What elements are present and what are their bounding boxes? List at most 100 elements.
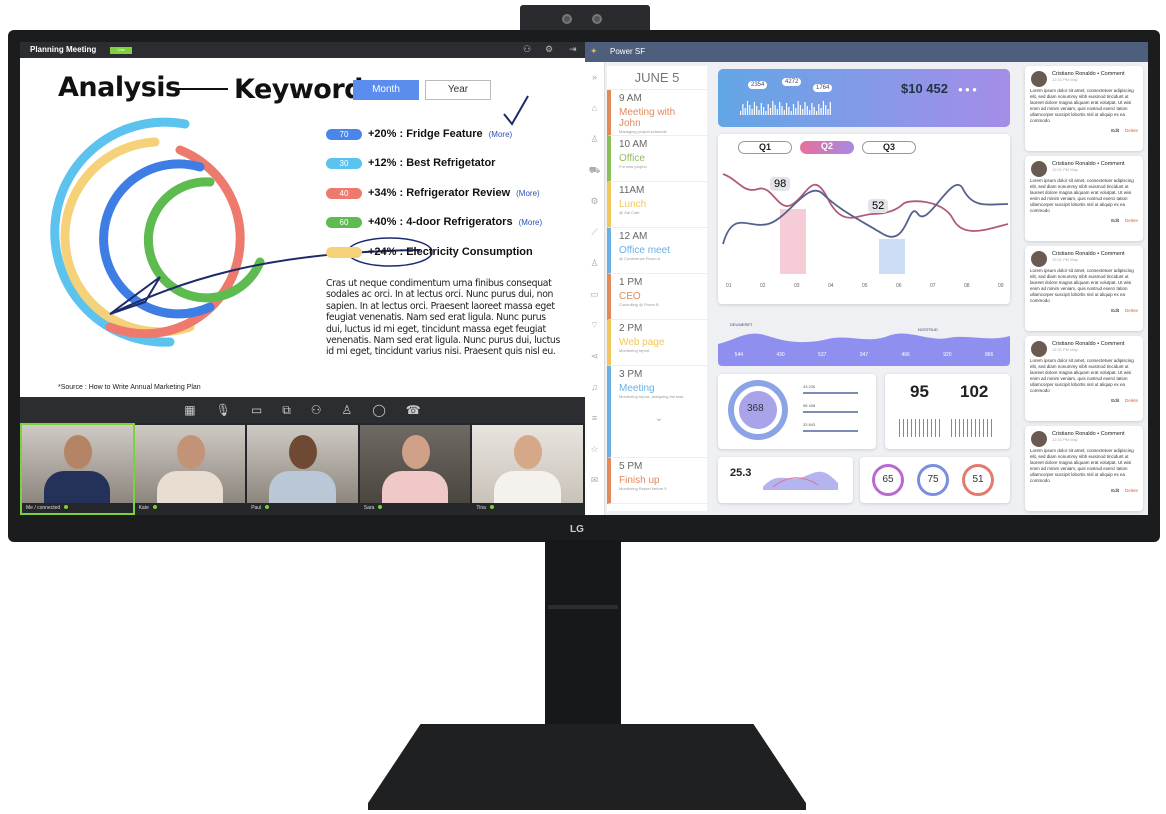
share-screen-icon[interactable]: ⧉ — [282, 403, 291, 418]
small-area-card: 25.3 — [718, 457, 853, 503]
tab-q2[interactable]: Q2 — [800, 141, 854, 154]
chat-icon[interactable]: ◯ — [372, 403, 385, 417]
mini-bar — [767, 104, 769, 115]
exit-icon[interactable]: ⇥ — [569, 44, 577, 55]
comment-time: 12:31 PM May — [1052, 437, 1078, 442]
star-icon[interactable]: ☆ — [585, 434, 604, 465]
more-link[interactable]: (More) — [489, 130, 513, 139]
mini-bar — [749, 105, 751, 115]
calendar-event[interactable]: 3 PM Meeting Monitoring report, assigning … — [607, 366, 707, 458]
series-line — [722, 173, 1009, 232]
x-tick-label: 07 — [930, 283, 936, 289]
edit-button[interactable]: Edit — [1111, 308, 1119, 313]
chevron-down-icon[interactable]: ⌄ — [619, 413, 699, 424]
bell-icon[interactable]: ♫ — [585, 372, 604, 403]
mini-bar — [818, 104, 820, 115]
mini-bar — [760, 103, 762, 115]
mini-bar — [790, 111, 792, 115]
more-link[interactable]: (More) — [519, 218, 543, 227]
participant-tile[interactable]: Paul — [247, 425, 358, 513]
participants-icon[interactable]: ⚇ — [523, 44, 531, 55]
keyword-text: +12% : Best Refrigetator — [368, 157, 496, 169]
pager-dots[interactable]: ● ● ● — [958, 85, 977, 94]
participant-tile[interactable]: Tina — [472, 425, 583, 513]
more-link[interactable]: (More) — [516, 189, 540, 198]
user-icon[interactable]: ♙ — [585, 124, 604, 155]
stat-value: 95 — [910, 382, 929, 401]
calendar-event[interactable]: 9 AM Meeting with John Managing project sc… — [607, 90, 707, 136]
participant-tile[interactable]: Me / connected — [20, 423, 135, 515]
calendar-event[interactable]: 5 PM Finish up Monitoring Report before 5 — [607, 458, 707, 504]
month-toggle[interactable]: Month — [353, 80, 419, 100]
callout-52: 52 — [868, 199, 889, 213]
share-icon[interactable]: ⋖ — [585, 341, 604, 372]
event-detail: @ Sal Cafe — [619, 210, 640, 215]
tab-q1[interactable]: Q1 — [738, 141, 792, 154]
legend-item: DEUMERET — [730, 322, 753, 327]
microphone-icon[interactable]: 🎙︎ — [216, 403, 231, 417]
delete-button[interactable]: Delete — [1125, 128, 1138, 133]
stat-bars — [899, 419, 941, 437]
monitor-stand-base — [368, 724, 806, 810]
participants-icon[interactable]: ⚇ — [311, 403, 322, 417]
wave-value: 347 — [859, 352, 869, 358]
delete-button[interactable]: Delete — [1125, 308, 1138, 313]
x-tick-label: 02 — [760, 283, 766, 289]
video-feed — [359, 425, 471, 503]
wave-value: 544 — [734, 352, 744, 358]
participant-tile[interactable]: Sara — [359, 425, 471, 513]
stat-bars — [951, 419, 993, 437]
mini-bar — [804, 102, 806, 115]
wave-plot — [718, 333, 1010, 366]
wave-value: 537 — [818, 352, 827, 358]
calendar-event[interactable]: 10 AM Office For new project — [607, 136, 707, 182]
keyword-badge: 60 — [326, 216, 362, 228]
participant-name: Sara — [363, 505, 375, 511]
highlight-band — [780, 209, 806, 274]
value-bubble: 4272 — [782, 78, 802, 86]
calendar-event[interactable]: 11AM Lunch @ Sal Cafe — [607, 182, 707, 228]
edit-button[interactable]: Edit — [1111, 398, 1119, 403]
mail-icon[interactable]: ✉ — [585, 465, 604, 496]
calendar-event[interactable]: 1 PM CEO Consulting @ Room B — [607, 274, 707, 320]
mini-bar — [811, 103, 813, 115]
expand-icon[interactable]: » — [585, 62, 604, 93]
mini-bar-chart — [740, 101, 831, 115]
app-header: Power SF — [585, 42, 1148, 62]
mini-bar — [772, 101, 774, 115]
gear-icon[interactable]: ⚙ — [545, 44, 553, 55]
edit-button[interactable]: Edit — [1111, 128, 1119, 133]
chart-icon[interactable]: ⟋ — [585, 217, 604, 248]
app-logo-icon: ✦ — [590, 46, 598, 56]
mini-bar — [779, 102, 781, 115]
calendar-event[interactable]: 2 PM Web page Monitoring report — [607, 320, 707, 366]
highlight-band — [879, 239, 905, 274]
mini-bar — [788, 107, 790, 115]
year-toggle[interactable]: Year — [425, 80, 491, 100]
edit-button[interactable]: Edit — [1111, 488, 1119, 493]
contacts-icon[interactable]: ♙ — [585, 248, 604, 279]
stats-icon[interactable]: ≡ — [585, 403, 604, 434]
donut-card: 65 75 51 — [860, 457, 1010, 503]
cart-icon[interactable]: ⛟ — [585, 155, 604, 186]
comment-time: 12:31 PM May — [1052, 347, 1078, 352]
layout-icon[interactable]: ▦ — [184, 403, 195, 417]
hang-up-icon[interactable]: ☎ — [406, 403, 421, 417]
event-time: 5 PM — [619, 461, 643, 472]
settings-icon[interactable]: ⚙ — [585, 186, 604, 217]
tab-q3[interactable]: Q3 — [862, 141, 916, 154]
delete-button[interactable]: Delete — [1125, 218, 1138, 223]
avatar — [1031, 341, 1047, 357]
delete-button[interactable]: Delete — [1125, 488, 1138, 493]
delete-button[interactable]: Delete — [1125, 398, 1138, 403]
monitor-icon[interactable]: ▭ — [585, 279, 604, 310]
event-name: Meeting — [619, 383, 655, 394]
add-user-icon[interactable]: ♙ — [342, 403, 353, 417]
calendar-event[interactable]: 12 AM Office meet @ Conference Room A — [607, 228, 707, 274]
edit-button[interactable]: Edit — [1111, 218, 1119, 223]
home-icon[interactable]: ⌂ — [585, 93, 604, 124]
camera-icon[interactable]: ▭ — [251, 403, 262, 417]
participant-tile[interactable]: Kate — [134, 425, 246, 513]
bar-label: 33 843 — [803, 422, 816, 427]
wifi-icon[interactable]: ⌔ — [585, 310, 604, 341]
